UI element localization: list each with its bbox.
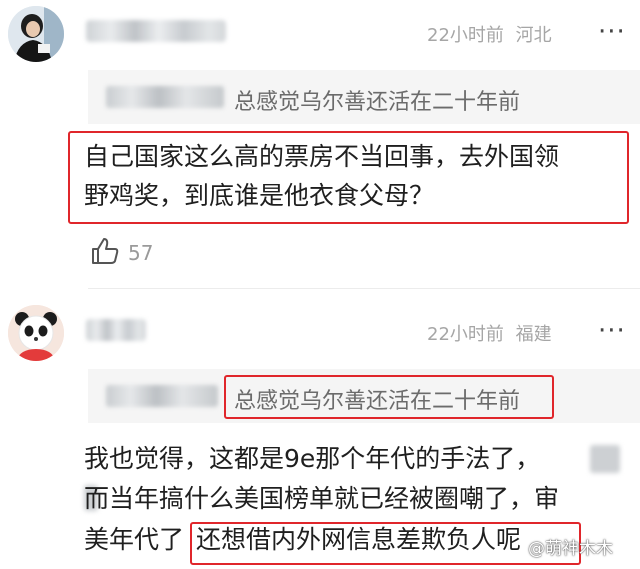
avatar[interactable] — [8, 6, 64, 62]
comment-text-line: 野鸡奖，到底谁是他衣食父母？ — [84, 181, 435, 210]
quoted-username-blurred — [106, 86, 224, 108]
more-dots-icon[interactable]: ··· — [598, 19, 626, 45]
watermark: @萌神木木 — [528, 539, 613, 559]
comment-text-line: 美年代了 — [84, 525, 185, 554]
thumbs-up-icon[interactable] — [90, 236, 120, 266]
comment-text-line: 而当年搞什么美国榜单就已经被圈嘲了，审 — [84, 484, 560, 513]
emoji-blurred — [590, 445, 620, 473]
quoted-text: 总感觉乌尔善还活在二十年前 — [234, 90, 521, 115]
more-dots-icon[interactable]: ··· — [598, 318, 626, 344]
comment-location: 河北 — [515, 25, 552, 46]
comment-text-line: 我也觉得，这都是9e那个年代的手法了， — [84, 444, 541, 473]
username-blurred[interactable] — [86, 20, 226, 42]
comment-time: 22小时前 — [427, 25, 504, 46]
username-blurred[interactable] — [86, 319, 146, 341]
comment-text-highlighted: 还想借内外网信息差欺负人呢 — [196, 525, 522, 554]
comment-text-line: 自己国家这么高的票房不当回事，去外国领 — [84, 142, 560, 171]
comment-divider — [88, 288, 640, 289]
avatar-photo — [8, 6, 64, 62]
quoted-username-blurred — [106, 385, 218, 407]
panda-avatar — [8, 305, 64, 361]
avatar[interactable] — [8, 305, 64, 361]
like-count: 57 — [128, 241, 154, 265]
comment-meta: 22小时前 河北 — [427, 21, 552, 47]
quoted-text: 总感觉乌尔善还活在二十年前 — [234, 389, 521, 414]
comment-meta: 22小时前 福建 — [427, 320, 552, 346]
comment-time: 22小时前 — [427, 324, 504, 345]
comment-location: 福建 — [515, 324, 552, 345]
